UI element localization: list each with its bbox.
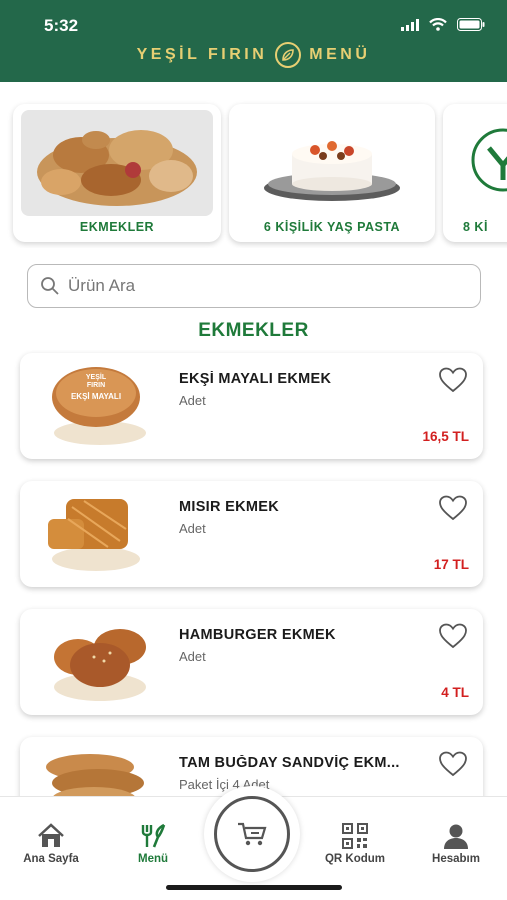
bread-stamp-line2: FIRIN xyxy=(87,382,105,389)
tab-hesabim[interactable]: Hesabım xyxy=(411,823,501,865)
brand-logo-text: YEŞİL FIRIN MENÜ xyxy=(0,42,507,68)
tab-label: QR Kodum xyxy=(324,853,386,865)
category-label: 6 KİŞİLİK YAŞ PASTA xyxy=(263,220,401,234)
signal-icon xyxy=(401,18,419,31)
product-card[interactable]: MISIR EKMEK Adet 17 TL xyxy=(20,481,483,587)
heart-icon[interactable] xyxy=(439,495,467,521)
product-price: 17 TL xyxy=(433,557,469,572)
tab-qr-kodum[interactable]: QR Kodum xyxy=(310,823,400,865)
status-icons xyxy=(401,18,485,31)
cart-button[interactable] xyxy=(204,786,300,882)
brand-circle-image xyxy=(451,110,507,216)
product-list[interactable]: YEŞİL FIRIN EKŞİ MAYALI EKŞİ MAYALI EKME… xyxy=(0,350,507,796)
heart-icon[interactable] xyxy=(439,751,467,777)
tab-label: Hesabım xyxy=(432,853,480,865)
heart-icon[interactable] xyxy=(439,367,467,393)
corn-bread-image xyxy=(48,499,140,571)
heart-icon[interactable] xyxy=(439,623,467,649)
tab-menu[interactable]: Menü xyxy=(108,823,198,865)
category-carousel[interactable]: EKMEKLER 6 KİŞİLİK YAŞ PASTA 8 Kİ xyxy=(0,100,507,248)
tab-ana-sayfa[interactable]: Ana Sayfa xyxy=(6,823,96,865)
cake-image xyxy=(237,110,427,216)
home-indicator xyxy=(166,885,342,890)
bread-stamp-line1: YEŞİL xyxy=(86,373,107,381)
search-icon xyxy=(41,277,59,295)
product-name: HAMBURGER EKMEK xyxy=(179,627,336,643)
tab-label: Ana Sayfa xyxy=(23,853,79,865)
product-name: MISIR EKMEK xyxy=(179,499,279,515)
leaf-logo-icon xyxy=(275,42,302,68)
product-price: 4 TL xyxy=(441,685,469,700)
product-name: TAM BUĞDAY SANDVİÇ EKM... xyxy=(179,755,400,771)
cart-button-ring xyxy=(214,796,290,872)
brand-name: YEŞİL FIRIN xyxy=(136,46,268,63)
fork-knife-icon xyxy=(141,823,166,848)
wifi-icon xyxy=(429,18,447,31)
bread-assortment-image xyxy=(21,110,213,216)
category-card-8-kisilik[interactable]: 8 Kİ xyxy=(443,104,507,242)
category-label: EKMEKLER xyxy=(79,220,155,234)
product-unit: Adet xyxy=(179,649,206,664)
battery-icon xyxy=(457,18,485,31)
status-time: 5:32 xyxy=(44,16,79,35)
search-input[interactable]: Ürün Ara xyxy=(68,276,135,296)
product-name: EKŞİ MAYALI EKMEK xyxy=(179,371,332,387)
product-unit: Adet xyxy=(179,393,206,408)
hamburger-bun-image xyxy=(54,629,146,701)
home-icon xyxy=(38,823,64,847)
section-title: EKMEKLER xyxy=(198,320,309,341)
brand-menu: MENÜ xyxy=(309,46,371,63)
search-bar[interactable]: Ürün Ara xyxy=(27,264,481,308)
cart-button-circle[interactable] xyxy=(204,786,300,882)
app-header: 5:32 YEŞİL FIRIN MENÜ xyxy=(0,0,507,82)
category-label: 8 Kİ xyxy=(463,220,488,234)
user-icon xyxy=(444,824,468,849)
sourdough-bread-image: YEŞİL FIRIN EKŞİ MAYALI xyxy=(52,367,146,445)
bread-stamp-line3: EKŞİ MAYALI xyxy=(71,392,121,401)
product-unit: Adet xyxy=(179,521,206,536)
category-card-ekmekler[interactable]: EKMEKLER xyxy=(13,104,221,242)
whole-wheat-sandwich-bread-image xyxy=(46,754,144,796)
qr-code-icon xyxy=(342,823,368,849)
category-card-yas-pasta[interactable]: 6 KİŞİLİK YAŞ PASTA xyxy=(229,104,435,242)
tab-label: Menü xyxy=(137,853,169,865)
product-card[interactable]: HAMBURGER EKMEK Adet 4 TL xyxy=(20,609,483,715)
cart-icon xyxy=(238,822,267,846)
product-price: 16,5 TL xyxy=(422,429,469,444)
product-card[interactable]: YEŞİL FIRIN EKŞİ MAYALI EKŞİ MAYALI EKME… xyxy=(20,353,483,459)
